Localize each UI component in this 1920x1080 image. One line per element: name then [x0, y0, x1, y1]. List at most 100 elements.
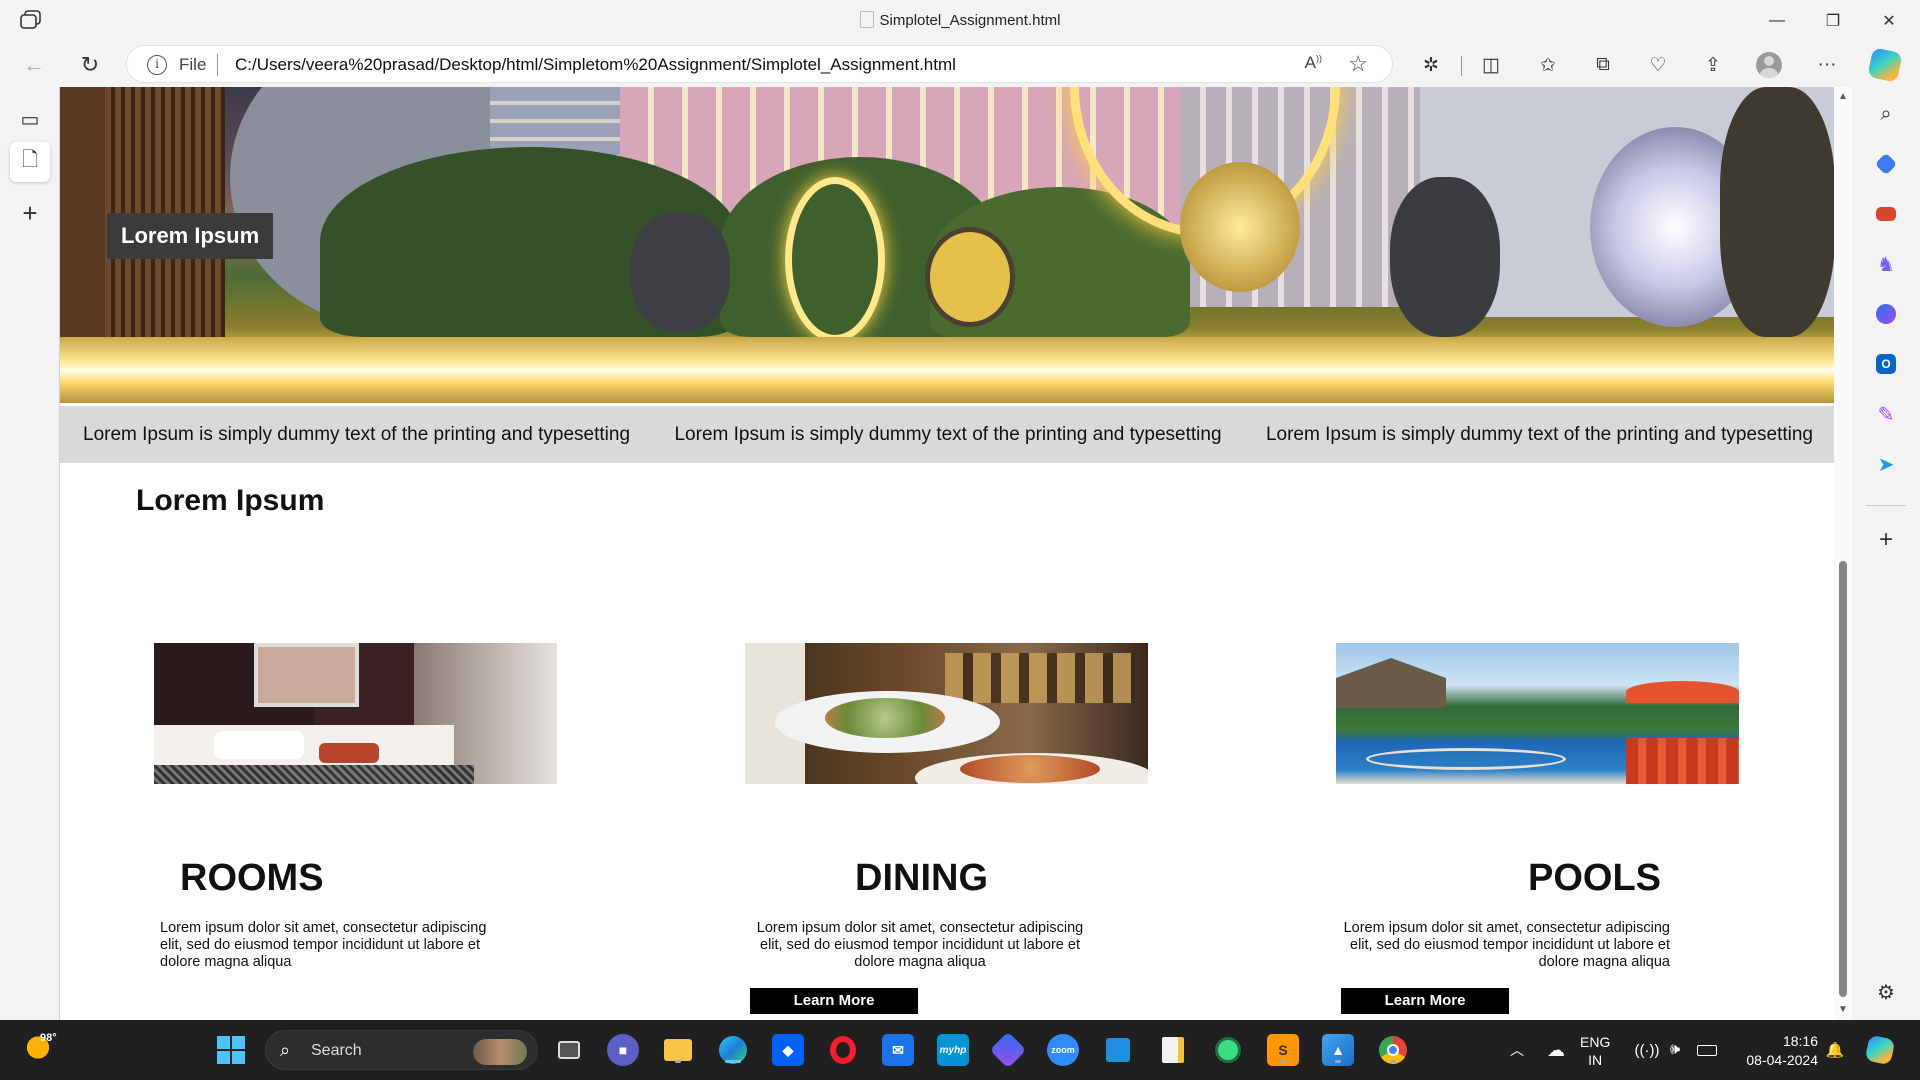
dining-image: [745, 643, 1148, 784]
scroll-down-icon[interactable]: ▼: [1838, 1004, 1848, 1015]
taskbar-search[interactable]: ⌕ Search: [265, 1030, 538, 1070]
extensions-button[interactable]: ✲: [1413, 47, 1449, 83]
dining-learn-more-button[interactable]: Learn More: [750, 988, 918, 1014]
task-view-icon: [558, 1041, 580, 1059]
pools-learn-more-button[interactable]: Learn More: [1341, 988, 1509, 1014]
section-title: Lorem Ipsum: [136, 484, 325, 517]
running-indicator: [1280, 1060, 1286, 1063]
page-viewport[interactable]: Lorem Ipsum Lorem Ipsum is simply dummy …: [59, 87, 1834, 1020]
wifi-icon: ((·)): [1634, 1041, 1660, 1059]
minimize-button[interactable]: —: [1749, 0, 1805, 41]
refresh-button[interactable]: ↻: [72, 47, 108, 83]
zoom-button[interactable]: zoom: [1047, 1034, 1079, 1066]
maximize-icon: ❐: [1825, 12, 1841, 30]
onedrive-button[interactable]: ☁: [1540, 1020, 1572, 1080]
more-icon: ···: [1817, 54, 1837, 75]
rooms-description: Lorem ipsum dolor sit amet, consectetur …: [160, 920, 487, 970]
sidebar-settings[interactable]: ⚙: [1869, 975, 1903, 1009]
photos-button[interactable]: ▲: [1322, 1034, 1354, 1066]
window-title-text: Simplotel_Assignment.html: [879, 12, 1061, 29]
sidebar-tools[interactable]: [1869, 197, 1903, 231]
favorite-star-icon[interactable]: ☆: [1348, 51, 1368, 77]
collections-button[interactable]: ⧉: [1585, 47, 1621, 83]
split-screen-button[interactable]: ◫: [1473, 47, 1509, 83]
page-scrollbar[interactable]: ▲ ▼: [1834, 87, 1852, 1020]
myhp-button[interactable]: myhp: [937, 1034, 969, 1066]
info-icon[interactable]: i: [147, 55, 167, 75]
tab-actions-button[interactable]: ▭: [10, 99, 50, 139]
pools-description: Lorem ipsum dolor sit amet, consectetur …: [1343, 920, 1670, 970]
running-indicator: [675, 1060, 681, 1063]
browser-essentials-button[interactable]: ♡: [1640, 47, 1676, 83]
heart-pulse-icon: ♡: [1649, 54, 1667, 76]
edge-taskbar-button[interactable]: [717, 1034, 749, 1066]
start-button[interactable]: [215, 1034, 247, 1066]
scroll-thumb[interactable]: [1839, 561, 1847, 997]
window-title: Simplotel_Assignment.html: [0, 11, 1920, 29]
sidebar-add[interactable]: +: [1869, 523, 1903, 557]
banner-text-1: Lorem Ipsum is simply dummy text of the …: [83, 423, 631, 445]
minimize-icon: —: [1769, 11, 1785, 29]
windows-logo-icon: [217, 1036, 245, 1064]
android-studio-button[interactable]: [1212, 1034, 1244, 1066]
clock-date: 08-04-2024: [1746, 1052, 1818, 1068]
close-button[interactable]: ✕: [1861, 0, 1917, 41]
opera-button[interactable]: [827, 1034, 859, 1066]
battery-button[interactable]: [1692, 1020, 1722, 1080]
task-view-button[interactable]: [553, 1034, 585, 1066]
back-arrow-icon: ←: [23, 52, 45, 77]
sidebar-outlook[interactable]: O: [1869, 347, 1903, 381]
gear-icon: ⚙: [1877, 981, 1895, 1004]
outlook-icon: O: [1876, 354, 1896, 374]
python-file-icon: [1162, 1037, 1184, 1063]
teams-chat-button[interactable]: ■: [607, 1034, 639, 1066]
dining-title: DINING: [855, 857, 988, 899]
pools-title: POOLS: [1528, 857, 1662, 899]
volume-button[interactable]: 🕪: [1662, 1020, 1688, 1080]
maximize-button[interactable]: ❐: [1805, 0, 1861, 41]
system-clock[interactable]: 18:16 08-04-2024: [1734, 1032, 1818, 1070]
sublime-text-button[interactable]: S: [1267, 1034, 1299, 1066]
mail-button[interactable]: ✉: [882, 1034, 914, 1066]
sidebar-designer[interactable]: ✎: [1869, 397, 1903, 431]
python-idle-button[interactable]: [1157, 1034, 1189, 1066]
sidebar-search[interactable]: ⌕: [1869, 97, 1903, 131]
sidebar-drop[interactable]: ➤: [1869, 447, 1903, 481]
profile-button[interactable]: [1751, 47, 1787, 83]
photos-icon: ▲: [1331, 1042, 1345, 1058]
notifications-button[interactable]: 🔔: [1824, 1020, 1846, 1080]
back-button[interactable]: ←: [16, 47, 52, 83]
chevron-up-icon: ︿: [1510, 1042, 1524, 1058]
running-indicator: [1390, 1060, 1396, 1063]
sidebar-microsoft365[interactable]: [1869, 297, 1903, 331]
new-tab-button[interactable]: +: [10, 193, 50, 233]
sidebar-games[interactable]: ♞: [1869, 247, 1903, 281]
chrome-button[interactable]: [1377, 1034, 1409, 1066]
rooms-image: [154, 643, 557, 784]
tab-current-page[interactable]: 🗋: [10, 142, 50, 182]
store-button[interactable]: [1102, 1034, 1134, 1066]
copilot-icon: [1864, 1034, 1896, 1066]
sidebar-shopping[interactable]: [1869, 147, 1903, 181]
address-bar[interactable]: i File C:/Users/veera%20prasad/Desktop/h…: [126, 45, 1393, 83]
lang-line2: IN: [1588, 1052, 1603, 1068]
url-text[interactable]: C:/Users/veera%20prasad/Desktop/html/Sim…: [235, 55, 956, 75]
favorites-button[interactable]: ✩: [1530, 47, 1566, 83]
read-aloud-icon[interactable]: A)): [1305, 53, 1322, 73]
app-icon: [989, 1031, 1027, 1069]
file-explorer-button[interactable]: [662, 1034, 694, 1066]
input-language[interactable]: ENG IN: [1580, 1033, 1610, 1069]
send-icon: ➤: [1877, 453, 1895, 476]
scroll-up-icon[interactable]: ▲: [1838, 91, 1848, 102]
share-button[interactable]: ⇪: [1695, 47, 1731, 83]
chat-icon: ■: [618, 1042, 628, 1058]
copilot-taskbar-button[interactable]: [1862, 1020, 1898, 1080]
copilot-button[interactable]: [1867, 47, 1903, 83]
designer-icon: ✎: [1877, 403, 1895, 426]
power-automate-button[interactable]: [989, 1031, 1027, 1069]
wifi-button[interactable]: ((·)): [1634, 1020, 1660, 1080]
search-highlight-image: [473, 1039, 527, 1065]
dropbox-button[interactable]: ◆: [772, 1034, 804, 1066]
settings-more-button[interactable]: ···: [1809, 47, 1845, 83]
show-hidden-icons-button[interactable]: ︿: [1502, 1020, 1532, 1080]
